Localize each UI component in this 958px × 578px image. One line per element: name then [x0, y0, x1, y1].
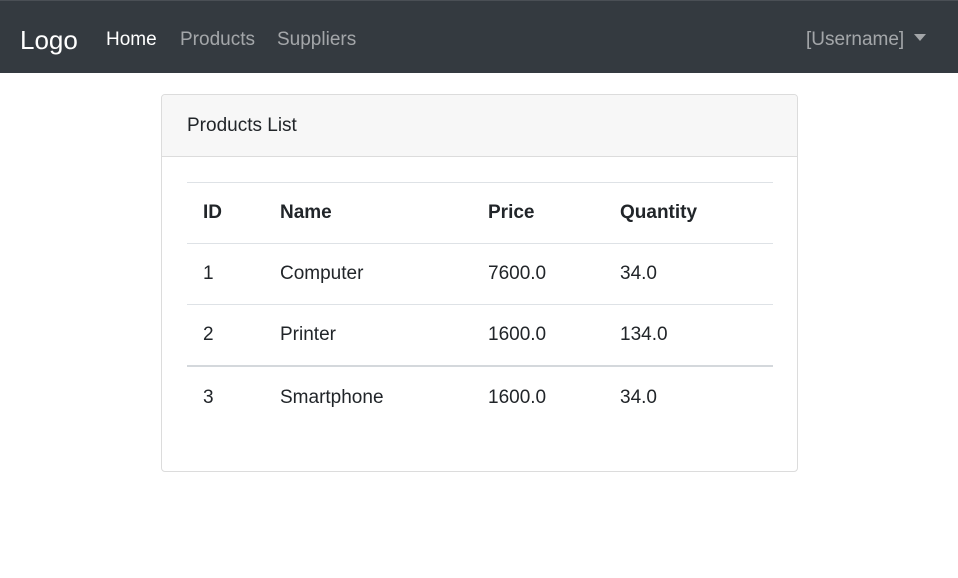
column-header-name: Name — [264, 182, 472, 244]
cell-id: 2 — [187, 304, 264, 367]
column-header-id: ID — [187, 182, 264, 244]
username-label: [Username] — [806, 29, 905, 50]
cell-price: 7600.0 — [472, 243, 604, 305]
card-header: Products List — [162, 95, 797, 157]
nav-link-home[interactable]: Home — [106, 28, 157, 52]
cell-quantity: 34.0 — [604, 243, 773, 305]
caret-down-icon — [914, 34, 927, 41]
brand-logo[interactable]: Logo — [20, 23, 78, 57]
card-title: Products List — [187, 115, 297, 136]
table-row: 3 Smartphone 1600.0 34.0 — [187, 366, 773, 430]
products-card: Products List ID Name Price Quantity 1 C… — [161, 94, 798, 472]
cell-quantity: 134.0 — [604, 304, 773, 367]
cell-price: 1600.0 — [472, 304, 604, 367]
table-header-row: ID Name Price Quantity — [187, 182, 773, 244]
cell-id: 3 — [203, 387, 214, 408]
cell-price: 1600.0 — [488, 387, 547, 408]
top-navbar: Logo Home Products Suppliers [Username] — [0, 0, 958, 73]
cell-name: Printer — [264, 304, 472, 367]
column-header-price: Price — [472, 182, 604, 244]
user-menu-dropdown[interactable]: [Username] — [806, 28, 927, 52]
nav-link-products[interactable]: Products — [180, 28, 255, 52]
cell-name: Smartphone — [280, 387, 384, 408]
table-row: 1 Computer 7600.0 34.0 — [187, 243, 773, 305]
nav-link-suppliers[interactable]: Suppliers — [277, 28, 356, 52]
column-header-quantity: Quantity — [604, 182, 773, 244]
cell-name: Computer — [264, 243, 472, 305]
products-table: ID Name Price Quantity 1 Computer 7600.0… — [187, 182, 773, 430]
cell-id: 1 — [187, 243, 264, 305]
products-table-container: ID Name Price Quantity 1 Computer 7600.0… — [187, 182, 773, 430]
cell-quantity: 34.0 — [620, 387, 657, 408]
table-row: 2 Printer 1600.0 134.0 — [187, 304, 773, 367]
